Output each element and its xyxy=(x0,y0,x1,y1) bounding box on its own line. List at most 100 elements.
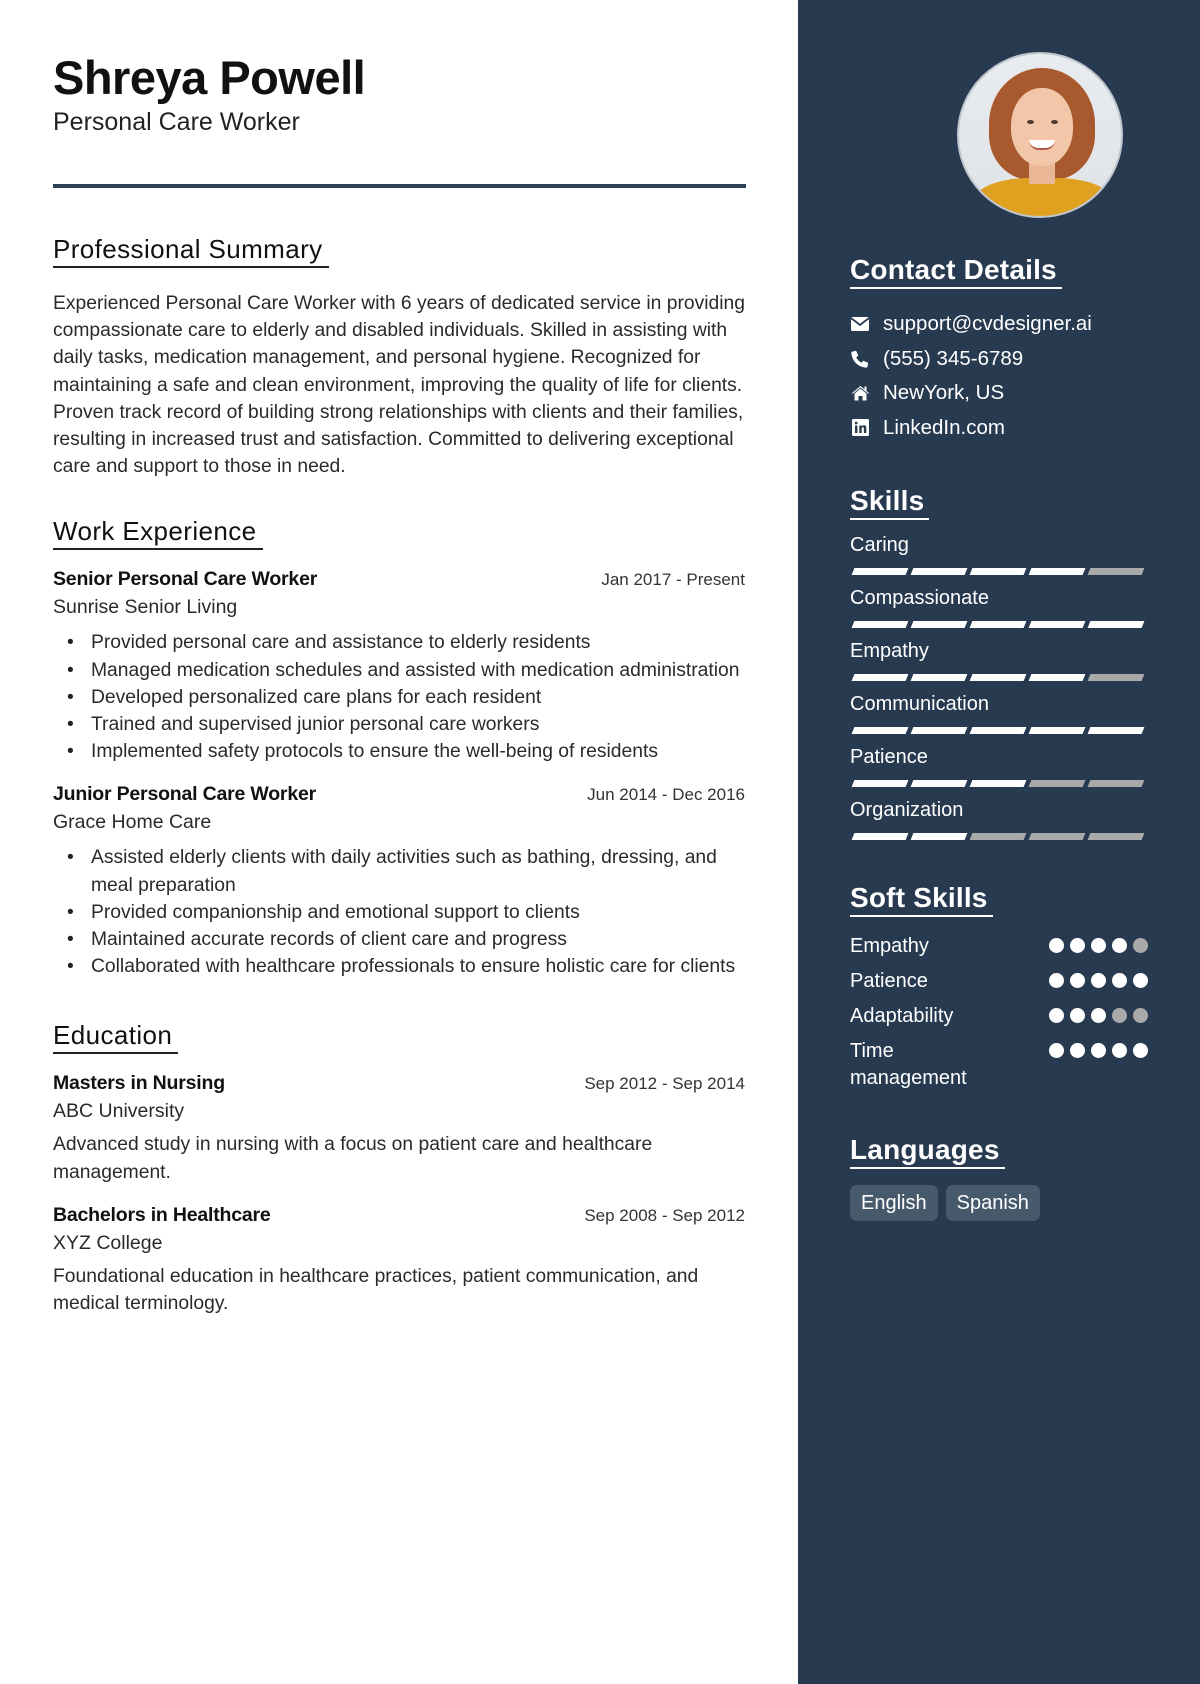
rating-segment-filled xyxy=(969,727,1027,734)
job-company: Grace Home Care xyxy=(53,811,212,834)
rating-segment-filled xyxy=(1087,727,1145,734)
language-chip: English xyxy=(850,1185,938,1221)
rating-segment-filled xyxy=(910,674,968,681)
header-divider xyxy=(53,184,746,188)
languages-list: English Spanish xyxy=(850,1185,1148,1221)
job-dates: Jun 2014 - Dec 2016 xyxy=(587,785,745,805)
skills-heading: Skills xyxy=(850,485,930,520)
rating-segment-filled xyxy=(1087,621,1145,628)
soft-skill-name: Time management xyxy=(850,1040,967,1089)
job-title: Senior Personal Care Worker xyxy=(53,568,318,591)
skill-name: Patience xyxy=(850,746,928,768)
work-heading: Work Experience xyxy=(53,516,263,551)
skill-rating-bar xyxy=(851,621,1148,628)
skill-rating-bar xyxy=(851,568,1148,575)
skill-rating-bar xyxy=(851,674,1148,681)
rating-segment-filled xyxy=(1028,621,1086,628)
contact-list: support@cvdesigner.ai (555) 345-6789 New… xyxy=(850,307,1148,445)
rating-segment-filled xyxy=(910,833,968,840)
skill-name: Organization xyxy=(850,799,964,821)
rating-segment-filled xyxy=(969,780,1027,787)
skill-name: Caring xyxy=(850,534,909,556)
home-icon xyxy=(850,383,870,403)
soft-skill-item: Adaptability xyxy=(850,1003,1148,1030)
skill-item: Empathy xyxy=(850,638,1148,681)
job-company: Sunrise Senior Living xyxy=(53,596,238,619)
rating-dot-filled xyxy=(1049,938,1064,953)
rating-dot-filled xyxy=(1112,1043,1127,1058)
soft-skill-rating xyxy=(1043,1003,1148,1030)
rating-segment-empty xyxy=(1087,780,1145,787)
skill-item: Caring xyxy=(850,532,1148,575)
rating-segment-filled xyxy=(851,780,909,787)
rating-dot-filled xyxy=(1049,1008,1064,1023)
rating-dot-filled xyxy=(1133,973,1148,988)
contact-phone[interactable]: (555) 345-6789 xyxy=(850,342,1148,377)
school-name: ABC University xyxy=(53,1100,185,1123)
rating-dot-filled xyxy=(1091,938,1106,953)
soft-skill-item: Time management xyxy=(850,1038,1148,1092)
rating-segment-filled xyxy=(1028,674,1086,681)
rating-dot-filled xyxy=(1091,1008,1106,1023)
languages-heading: Languages xyxy=(850,1134,1005,1169)
rating-segment-filled xyxy=(851,833,909,840)
phone-icon xyxy=(850,349,870,369)
email-text: support@cvdesigner.ai xyxy=(883,312,1092,336)
degree-name: Bachelors in Healthcare xyxy=(53,1203,271,1226)
rating-dot-filled xyxy=(1112,938,1127,953)
rating-dot-filled xyxy=(1049,1043,1064,1058)
soft-skills-heading: Soft Skills xyxy=(850,882,993,917)
job-entry: Junior Personal Care Worker Jun 2014 - D… xyxy=(53,783,745,980)
education-entry: Masters in Nursing Sep 2012 - Sep 2014 A… xyxy=(53,1072,745,1185)
rating-segment-filled xyxy=(969,621,1027,628)
skill-item: Communication xyxy=(850,691,1148,734)
linkedin-icon xyxy=(850,418,870,438)
summary-heading: Professional Summary xyxy=(53,234,329,268)
job-bullet: Managed medication schedules and assiste… xyxy=(67,657,745,684)
rating-dot-filled xyxy=(1070,1043,1085,1058)
rating-dot-filled xyxy=(1070,938,1085,953)
rating-dot-filled xyxy=(1112,973,1127,988)
main-column: Shreya Powell Personal Care Worker Profe… xyxy=(0,0,798,1684)
sidebar: Contact Details support@cvdesigner.ai (5… xyxy=(798,0,1200,1684)
skill-rating-bar xyxy=(851,833,1148,840)
education-heading: Education xyxy=(53,1020,179,1055)
education-description: Foundational education in healthcare pra… xyxy=(53,1265,699,1315)
job-bullets: Provided personal care and assistance to… xyxy=(53,629,745,765)
soft-skill-rating xyxy=(1043,968,1148,995)
contact-location: NewYork, US xyxy=(850,376,1148,411)
soft-skill-item: Patience xyxy=(850,968,1148,995)
job-bullet: Implemented safety protocols to ensure t… xyxy=(67,738,745,765)
education-entry: Bachelors in Healthcare Sep 2008 - Sep 2… xyxy=(53,1204,745,1317)
rating-segment-filled xyxy=(910,568,968,575)
rating-dot-empty xyxy=(1133,938,1148,953)
linkedin-text: LinkedIn.com xyxy=(883,415,1005,439)
job-bullet: Developed personalized care plans for ea… xyxy=(67,684,745,711)
job-bullet: Trained and supervised junior personal c… xyxy=(67,711,745,738)
rating-segment-filled xyxy=(910,727,968,734)
degree-name: Masters in Nursing xyxy=(53,1072,225,1095)
contact-linkedin[interactable]: LinkedIn.com xyxy=(850,411,1148,446)
contact-email[interactable]: support@cvdesigner.ai xyxy=(850,307,1148,342)
rating-dot-filled xyxy=(1049,973,1064,988)
rating-segment-filled xyxy=(910,621,968,628)
rating-segment-filled xyxy=(969,674,1027,681)
soft-skill-name: Empathy xyxy=(850,935,929,957)
soft-skill-name: Adaptability xyxy=(850,1005,954,1027)
skills-list: Caring Compassionate Empathy Communication P… xyxy=(850,532,1148,840)
candidate-name: Shreya Powell xyxy=(53,51,366,104)
summary-text: Experienced Personal Care Worker with 6 … xyxy=(53,293,745,478)
rating-dot-filled xyxy=(1091,1043,1106,1058)
contact-heading: Contact Details xyxy=(850,254,1062,289)
rating-segment-empty xyxy=(1087,568,1145,575)
job-entry: Senior Personal Care Worker Jan 2017 - P… xyxy=(53,568,745,765)
job-title: Junior Personal Care Worker xyxy=(53,783,317,806)
language-chip: Spanish xyxy=(945,1185,1040,1221)
job-bullet: Collaborated with healthcare professiona… xyxy=(67,953,745,980)
job-bullet: Maintained accurate records of client ca… xyxy=(67,926,745,953)
rating-dot-empty xyxy=(1112,1008,1127,1023)
job-bullet: Provided companionship and emotional sup… xyxy=(67,899,745,926)
soft-skills-list: Empathy Patience Adaptability Time manageme… xyxy=(850,933,1148,1092)
rating-segment-empty xyxy=(969,833,1027,840)
rating-segment-empty xyxy=(1028,833,1086,840)
